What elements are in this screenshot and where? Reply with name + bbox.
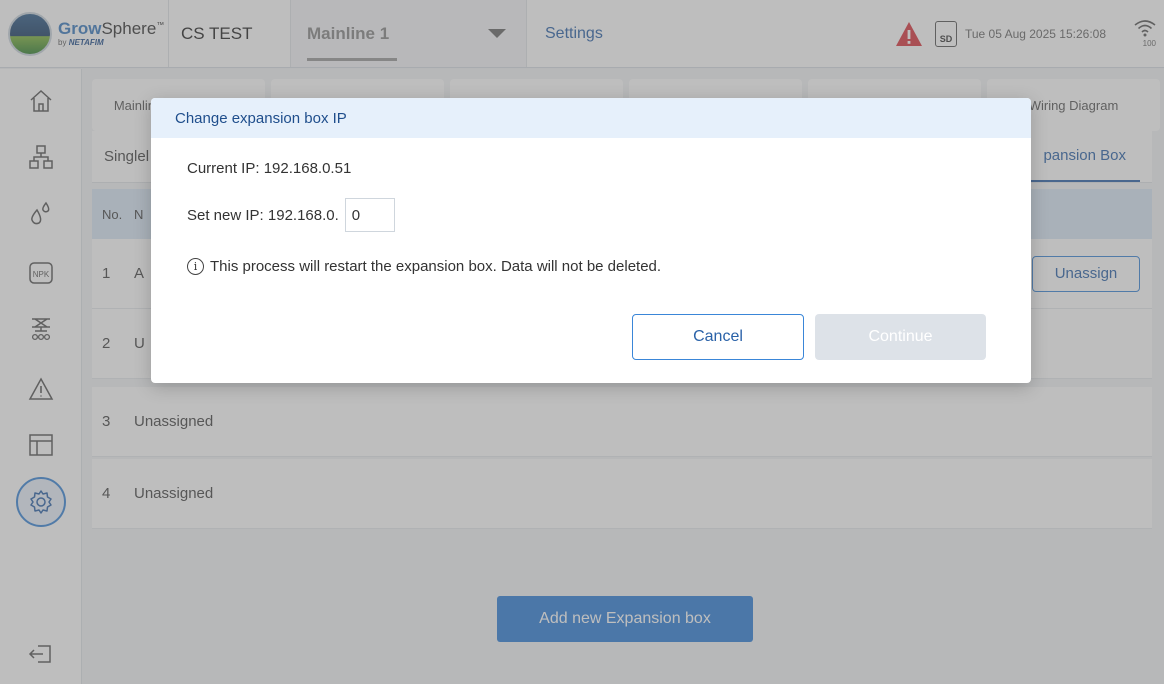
new-ip-last-octet-input[interactable]	[344, 198, 395, 232]
info-text: This process will restart the expansion …	[210, 258, 662, 275]
dialog-title: Change expansion box IP	[151, 98, 1031, 138]
info-line: i This process will restart the expansio…	[187, 258, 661, 275]
new-ip-line: Set new IP: 192.168.0.	[187, 198, 395, 232]
new-ip-label: Set new IP:	[187, 206, 264, 224]
info-icon: i	[187, 258, 204, 275]
current-ip-label: Current IP:	[187, 160, 260, 177]
current-ip-line: Current IP: 192.168.0.51	[187, 160, 351, 177]
current-ip-value: 192.168.0.51	[263, 160, 352, 177]
new-ip-prefix: 192.168.0.	[267, 206, 339, 224]
continue-button[interactable]: Continue	[815, 314, 986, 360]
change-ip-dialog: Change expansion box IP Current IP: 192.…	[151, 98, 1031, 383]
cancel-button[interactable]: Cancel	[632, 314, 804, 360]
